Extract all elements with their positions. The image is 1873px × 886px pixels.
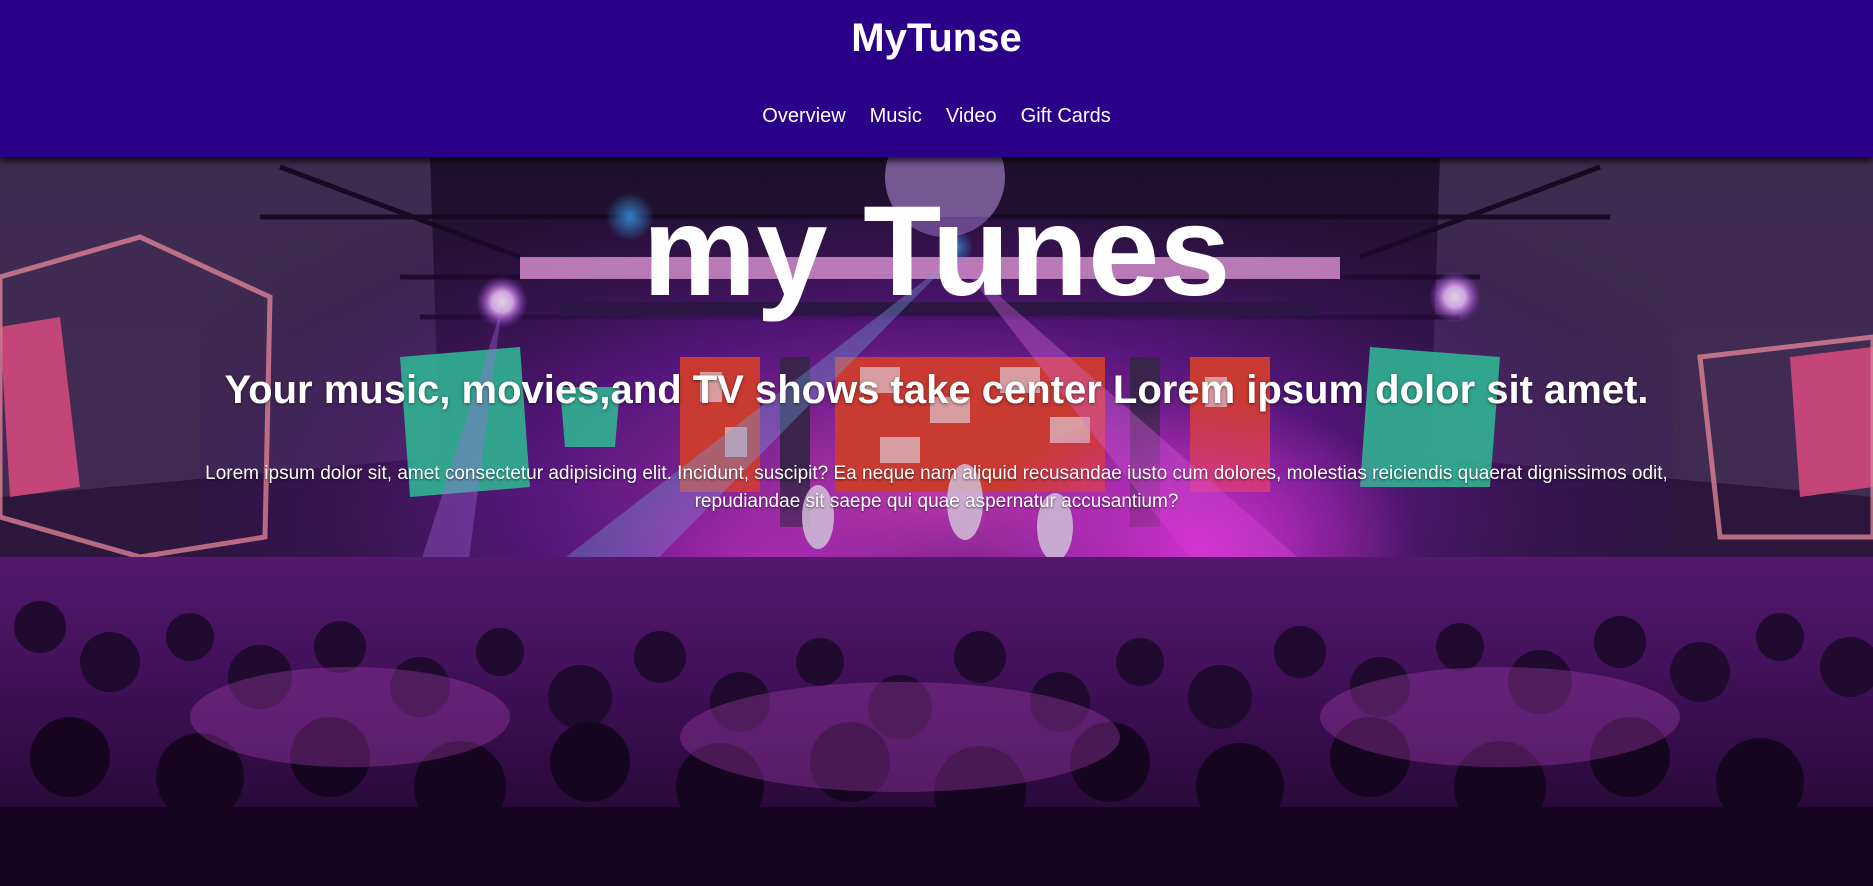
hero-section: my Tunes Your music, movies,and TV shows… [0, 157, 1873, 886]
site-brand[interactable]: MyTunse [0, 14, 1873, 62]
nav-link-overview[interactable]: Overview [762, 104, 845, 128]
site-header: MyTunse Overview Music Video Gift Cards [0, 0, 1873, 157]
hero-subtitle: Your music, movies,and TV shows take cen… [224, 368, 1649, 412]
nav-link-music[interactable]: Music [870, 104, 922, 128]
main-nav: Overview Music Video Gift Cards [0, 104, 1873, 128]
hero-title: my Tunes [642, 180, 1231, 323]
nav-link-gift-cards[interactable]: Gift Cards [1021, 104, 1111, 128]
hero-description: Lorem ipsum dolor sit, amet consectetur … [205, 463, 1668, 512]
nav-link-video[interactable]: Video [946, 104, 997, 128]
